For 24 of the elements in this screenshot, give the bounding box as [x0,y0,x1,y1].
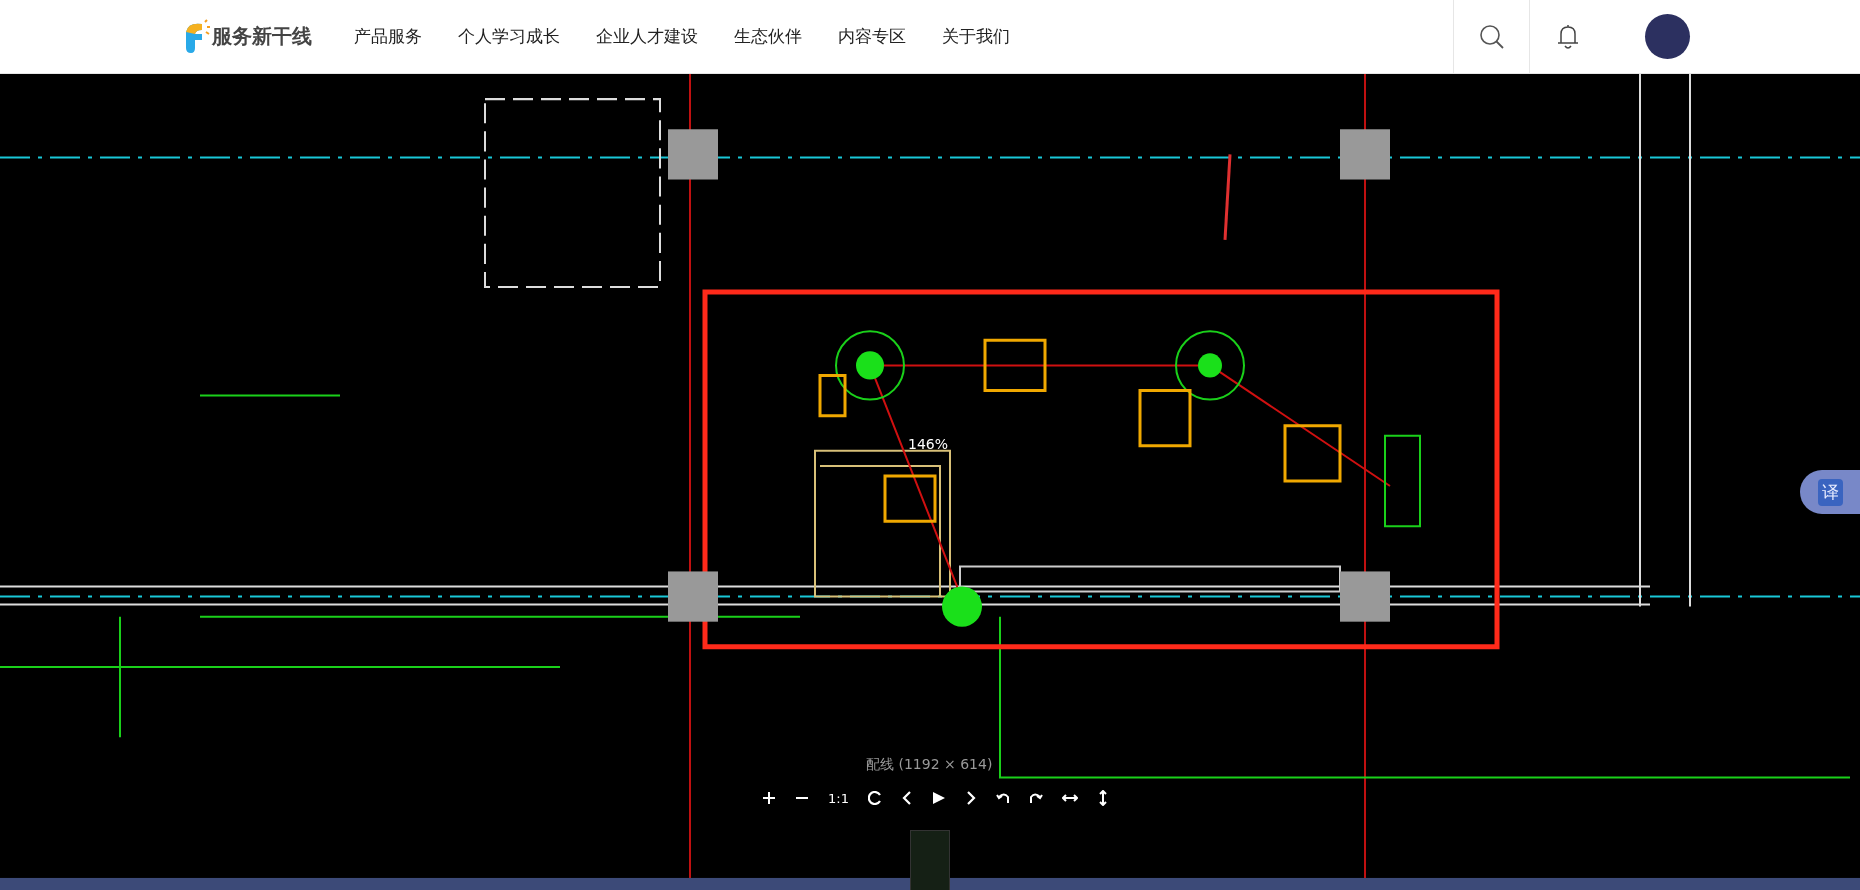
previous-icon[interactable] [900,791,913,805]
image-caption: 配线 (1192 × 614) [866,756,993,774]
next-icon[interactable] [964,791,977,805]
nav-link[interactable]: 生态伙伴 [734,25,802,48]
nav-link[interactable]: 企业人才建设 [596,25,698,48]
actual-size-button[interactable]: 1:1 [828,790,849,806]
reset-icon[interactable] [867,791,882,805]
rotate-left-icon[interactable] [995,791,1010,805]
bell-icon[interactable] [1555,22,1580,51]
nav-link[interactable]: 关于我们 [942,25,1010,48]
flip-vertical-icon[interactable] [1096,790,1109,806]
translate-button[interactable]: 译 [1800,470,1860,514]
rotate-right-icon[interactable] [1028,791,1043,805]
search-icon[interactable] [1478,23,1505,50]
logo-text[interactable]: 服务新干线 [212,23,312,50]
zoom-in-icon[interactable] [762,791,776,805]
user-avatar[interactable] [1645,14,1690,59]
zoom-percentage: 146% [908,436,949,452]
thumbnail-image[interactable] [910,830,950,890]
nav-link[interactable]: 个人学习成长 [458,25,560,48]
nav-link[interactable]: 产品服务 [354,25,422,48]
nav-link[interactable]: 内容专区 [838,25,906,48]
play-icon[interactable] [931,791,946,805]
flip-horizontal-icon[interactable] [1061,792,1078,804]
